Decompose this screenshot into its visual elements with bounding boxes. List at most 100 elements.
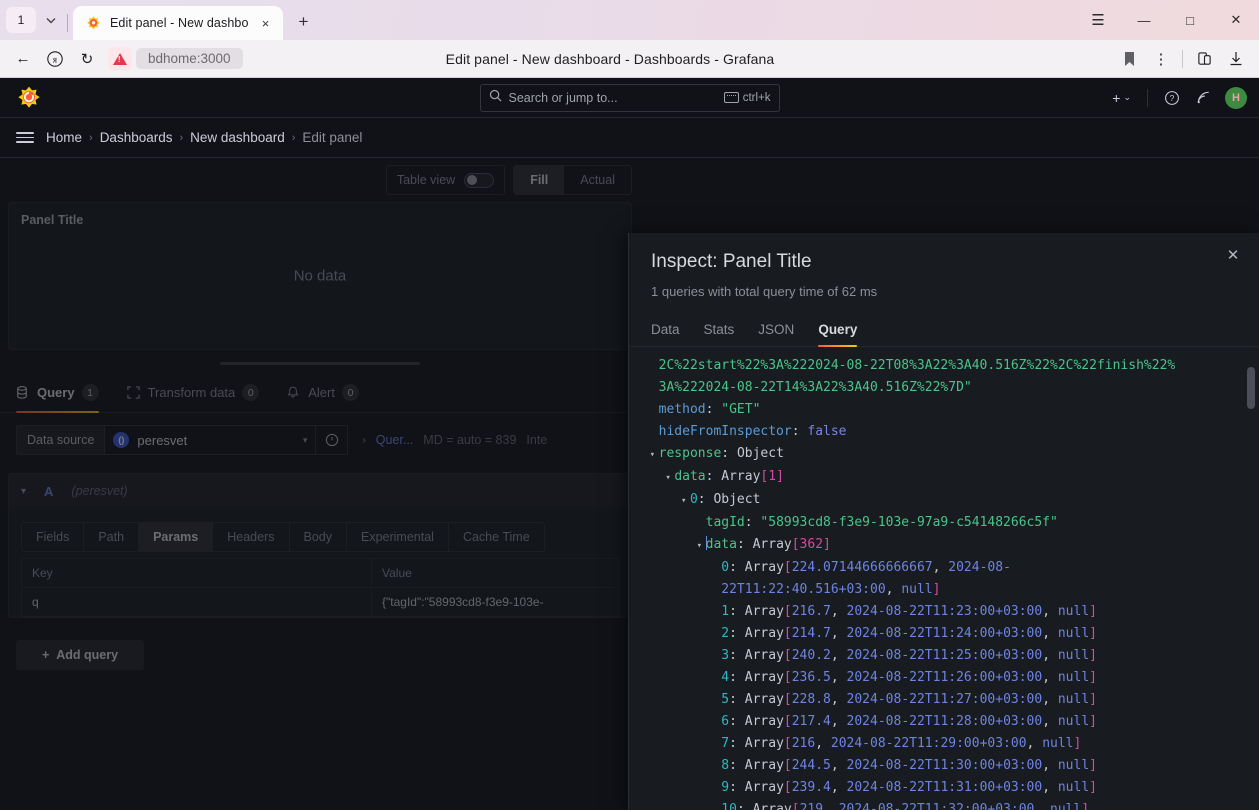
scrollbar[interactable] [1247, 357, 1255, 810]
database-icon [16, 385, 30, 400]
tab-json[interactable]: JSON [758, 313, 794, 346]
table-view-toggle[interactable]: Table view [385, 165, 506, 195]
page-title-text: Edit panel - New dashboard - Dashboards … [445, 50, 775, 67]
query-options-maxdatapoints: MD = auto = 839 [423, 433, 517, 447]
json-data-row-cont: 22T11:22:40.516+03:00, null] [721, 582, 941, 597]
tab-transform-count: 0 [242, 384, 260, 401]
query-editor-row-header[interactable]: ▾ A (peresvet) [9, 474, 631, 508]
news-icon[interactable] [1190, 84, 1217, 112]
breadcrumb-separator: › [179, 131, 184, 144]
reload-icon[interactable]: ↻ [72, 44, 102, 74]
window-controls: ☰ — □ ✕ [1075, 0, 1259, 40]
chevron-down-icon[interactable]: ▾ [21, 486, 26, 497]
inner-tab-params[interactable]: Params [139, 523, 214, 551]
tab-query[interactable]: Query 1 [16, 373, 99, 413]
chevron-down-icon: ▾ [302, 434, 308, 445]
bookmark-icon[interactable] [1114, 44, 1144, 74]
close-icon[interactable]: ✕ [1223, 245, 1243, 265]
add-query-label: Add query [56, 648, 119, 662]
menu-toggle-icon[interactable] [16, 132, 34, 143]
grafana-favicon-icon [85, 15, 102, 32]
visualization-panel[interactable]: Panel Title No data [8, 202, 632, 350]
tab-stats[interactable]: Stats [704, 313, 735, 346]
maximize-icon[interactable]: □ [1167, 0, 1213, 40]
address-bar[interactable]: bdhome:3000 Edit panel - New dashboard -… [108, 44, 1112, 74]
minimize-icon[interactable]: — [1121, 0, 1167, 40]
breadcrumb-item-edit-panel[interactable]: Edit panel [302, 130, 362, 145]
split-screen-icon[interactable] [1189, 44, 1219, 74]
breadcrumb-item-new-dashboard[interactable]: New dashboard [190, 130, 285, 145]
inspect-title: Inspect: Panel Title [651, 251, 812, 272]
panel-edit-toolbar: Table view Fill Actual [0, 158, 640, 202]
datasource-picker[interactable]: () peresvet ▾ [104, 425, 317, 455]
table-view-switch[interactable] [464, 172, 495, 188]
actual-button[interactable]: Actual [564, 166, 631, 194]
breadcrumb-separator: › [89, 131, 93, 144]
add-query-button[interactable]: + Add query [16, 640, 144, 670]
datasource-label: Data source [16, 425, 105, 455]
back-icon[interactable]: ← [8, 44, 38, 74]
help-icon[interactable]: ? [1158, 84, 1186, 112]
resize-handle[interactable] [220, 362, 420, 365]
topnav-divider [1147, 88, 1148, 107]
avatar[interactable]: H [1225, 86, 1247, 109]
tab-group[interactable]: 1 [6, 4, 64, 36]
browser-menu-icon[interactable]: ☰ [1075, 0, 1121, 40]
table-row[interactable]: q {"tagId":"58993cd8-f3e9-103e- [22, 588, 618, 616]
window-close-icon[interactable]: ✕ [1213, 0, 1259, 40]
param-value-input[interactable]: {"tagId":"58993cd8-f3e9-103e- [372, 588, 618, 616]
inner-tab-experimental[interactable]: Experimental [347, 523, 449, 551]
inner-tab-cache-time[interactable]: Cache Time [449, 523, 544, 551]
search-input[interactable]: Search or jump to... ctrl+k [479, 83, 780, 112]
tab-transform-label: Transform data [147, 385, 236, 400]
datasource-help-button[interactable] [316, 425, 349, 455]
toolbar-right-actions: ⋮ [1114, 44, 1251, 74]
more-options-icon[interactable]: ⋮ [1146, 44, 1176, 74]
tab-query-label: Query [37, 385, 75, 400]
inner-tab-body[interactable]: Body [290, 523, 347, 551]
chevron-down-icon[interactable] [38, 7, 64, 33]
url-text[interactable]: bdhome:3000 [136, 48, 243, 69]
table-view-label: Table view [396, 173, 456, 187]
svg-text:?: ? [1170, 93, 1175, 103]
inner-tab-path[interactable]: Path [84, 523, 140, 551]
add-button[interactable]: + ⌄ [1106, 84, 1137, 112]
scrollbar-thumb[interactable] [1247, 367, 1255, 409]
breadcrumb-bar: Home › Dashboards › New dashboard › Edit… [0, 118, 1259, 158]
param-key-input[interactable]: q [22, 588, 372, 616]
json-line-tagId: tagId: "58993cd8-f3e9-103e-97a9-c5414826… [705, 515, 1058, 530]
json-data-row: 3: Array[240.2, 2024-08-22T11:25:00+03:0… [721, 648, 1097, 663]
panel-edit-area: Table view Fill Actual Panel Title No da… [0, 158, 640, 810]
json-data-row: 6: Array[217.4, 2024-08-22T11:28:00+03:0… [721, 714, 1097, 729]
column-header-key: Key [22, 559, 372, 587]
tab-query[interactable]: Query [818, 313, 858, 347]
query-options-interval: Inte [526, 433, 548, 447]
panel-no-data-message: No data [293, 267, 347, 285]
json-line-hideFromInspector: hideFromInspector: false [658, 424, 847, 439]
panel-editor-tabs: Query 1 Transform data 0 Alert 0 [0, 373, 640, 413]
browser-tab-active[interactable]: Edit panel - New dashbo × [73, 6, 283, 40]
yandex-icon[interactable]: я [40, 44, 70, 74]
plus-icon: + [1112, 89, 1121, 106]
query-options[interactable]: › Quer... MD = auto = 839 Inte [362, 433, 547, 447]
inner-tab-fields[interactable]: Fields [22, 523, 85, 551]
tab-data[interactable]: Data [651, 313, 680, 346]
search-icon [489, 89, 502, 107]
json-data-row: 5: Array[228.8, 2024-08-22T11:27:00+03:0… [721, 692, 1097, 707]
downloads-icon[interactable] [1221, 44, 1251, 74]
tab-transform-data[interactable]: Transform data 0 [126, 373, 260, 413]
breadcrumb-item-home[interactable]: Home [46, 130, 82, 145]
table-header-row: Key Value [22, 559, 618, 588]
breadcrumb-item-dashboards[interactable]: Dashboards [100, 130, 173, 145]
query-inspector-json[interactable]: 2C%22start%22%3A%222024-08-22T08%3A22%3A… [629, 347, 1259, 810]
tab-group-count[interactable]: 1 [6, 7, 36, 33]
close-icon[interactable]: × [257, 14, 275, 32]
fill-button[interactable]: Fill [514, 166, 565, 194]
new-tab-button[interactable]: + [289, 7, 319, 37]
inner-tab-headers[interactable]: Headers [213, 523, 290, 551]
grafana-logo-icon[interactable] [16, 85, 42, 111]
security-warning-icon[interactable] [108, 46, 132, 71]
grafana-app: Search or jump to... ctrl+k + ⌄ ? H Home [0, 78, 1259, 810]
datasource-row: Data source () peresvet ▾ › Quer... MD =… [0, 413, 640, 455]
tab-alert[interactable]: Alert 0 [287, 373, 359, 413]
